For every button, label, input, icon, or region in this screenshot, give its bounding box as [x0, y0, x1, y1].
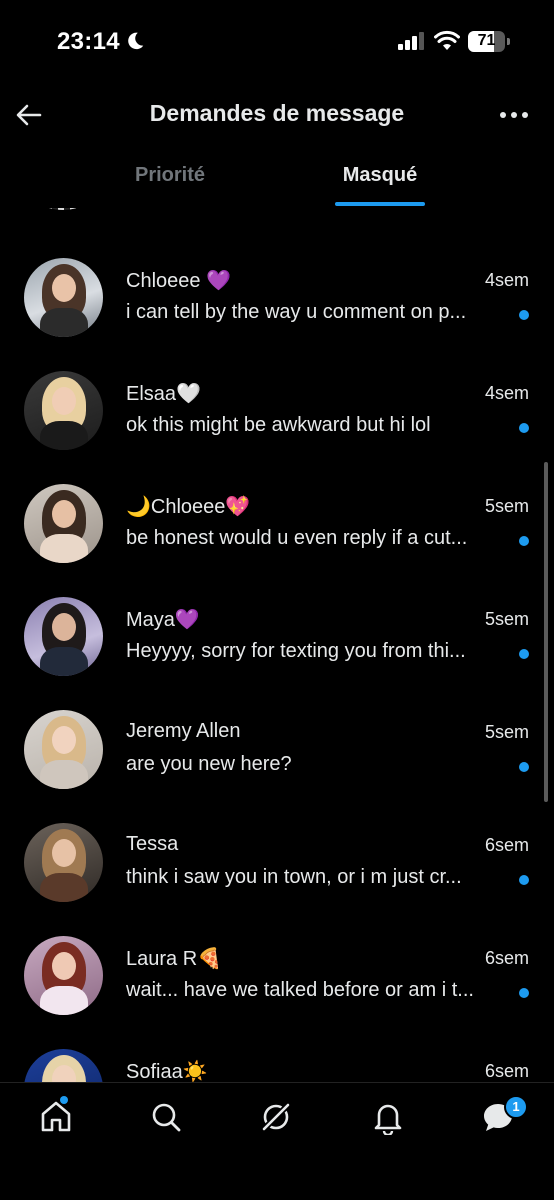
home-notification-dot	[60, 1096, 68, 1104]
avatar[interactable]	[24, 258, 103, 337]
sender-name: Jeremy Allen	[126, 720, 241, 742]
list-item[interactable]: Maya💜 5sem Heyyyy, sorry for texting you…	[0, 597, 554, 710]
wifi-icon	[434, 30, 460, 50]
list-item[interactable]: Jeremy Allen 5sem are you new here?	[0, 710, 554, 823]
avatar[interactable]	[24, 710, 103, 789]
messages-badge: 1	[504, 1095, 528, 1119]
battery-percentage: 71	[477, 32, 496, 49]
tab-masked[interactable]: Masqué	[300, 164, 460, 187]
sender-name: Sofiaa☀️	[126, 1061, 208, 1082]
avatar[interactable]	[24, 484, 103, 563]
unread-dot	[519, 649, 529, 659]
unread-dot	[519, 310, 529, 320]
list-item[interactable]: Elsaa🤍 4sem ok this might be awkward but…	[0, 371, 554, 484]
signal-icon	[398, 32, 424, 50]
message-age: 6sem	[484, 835, 529, 855]
message-age: 6sem	[484, 1061, 529, 1081]
list-item[interactable]: 🌙Chloeee💖 5sem be honest would u even re…	[0, 484, 554, 597]
header: Demandes de message	[0, 84, 554, 144]
unread-dot	[519, 762, 529, 772]
search-icon[interactable]	[148, 1099, 184, 1135]
conversation-list[interactable]: Chloeee 💜 4sem i can tell by the way u c…	[0, 208, 554, 1082]
avatar[interactable]	[24, 936, 103, 1015]
message-age: 5sem	[484, 722, 529, 742]
avatar	[28, 208, 98, 210]
notifications-icon[interactable]	[370, 1099, 406, 1135]
message-preview: Heyyyy, sorry for texting you from thi..…	[126, 640, 466, 662]
message-preview: i can tell by the way u comment on p...	[126, 301, 467, 323]
scrollbar[interactable]	[544, 462, 548, 802]
list-item[interactable]: Tessa 6sem think i saw you in town, or i…	[0, 823, 554, 936]
sender-name: Elsaa🤍	[126, 383, 201, 405]
message-preview: ok this might be awkward but hi lol	[126, 414, 431, 436]
unread-dot	[519, 875, 529, 885]
avatar[interactable]	[24, 371, 103, 450]
avatar[interactable]	[24, 597, 103, 676]
page-title: Demandes de message	[149, 100, 405, 126]
sender-name: 🌙Chloeee💖	[126, 496, 251, 518]
avatar[interactable]	[24, 1049, 103, 1082]
grok-icon[interactable]	[258, 1099, 294, 1135]
sender-name: Chloeee 💜	[126, 270, 231, 292]
unread-dot	[519, 536, 529, 546]
status-bar: 23:14 71	[0, 0, 554, 84]
message-age: 6sem	[484, 948, 529, 968]
avatar[interactable]	[24, 823, 103, 902]
status-time: 23:14	[57, 28, 120, 55]
battery-indicator: 71	[468, 31, 510, 52]
message-preview: wait... have we talked before or am i t.…	[126, 979, 474, 1001]
bottom-nav: 1	[0, 1082, 554, 1200]
tab-bar: Priorité Masqué	[0, 150, 554, 208]
message-age: 5sem	[484, 496, 529, 516]
unread-dot	[519, 423, 529, 433]
sender-name: Tessa	[126, 833, 179, 855]
more-horizontal-icon[interactable]	[496, 100, 532, 130]
home-icon[interactable]	[38, 1099, 74, 1135]
list-item[interactable]: Chloeee 💜 4sem i can tell by the way u c…	[0, 258, 554, 371]
moon-icon	[128, 32, 144, 50]
tab-priority[interactable]: Priorité	[90, 164, 250, 187]
message-preview: are you new here?	[126, 753, 292, 775]
message-age: 4sem	[484, 383, 529, 403]
message-preview: think i saw you in town, or i m just cr.…	[126, 866, 462, 888]
list-item-partial[interactable]	[0, 208, 554, 224]
message-age: 4sem	[484, 270, 529, 290]
sender-name: Laura R🍕	[126, 948, 223, 970]
message-preview: be honest would u even reply if a cut...	[126, 527, 468, 549]
unread-dot	[519, 988, 529, 998]
sender-name: Maya💜	[126, 609, 200, 631]
list-item[interactable]: Sofiaa☀️ 6sem	[0, 1049, 554, 1082]
list-item[interactable]: Laura R🍕 6sem wait... have we talked bef…	[0, 936, 554, 1049]
message-age: 5sem	[484, 609, 529, 629]
active-tab-indicator	[335, 202, 425, 206]
